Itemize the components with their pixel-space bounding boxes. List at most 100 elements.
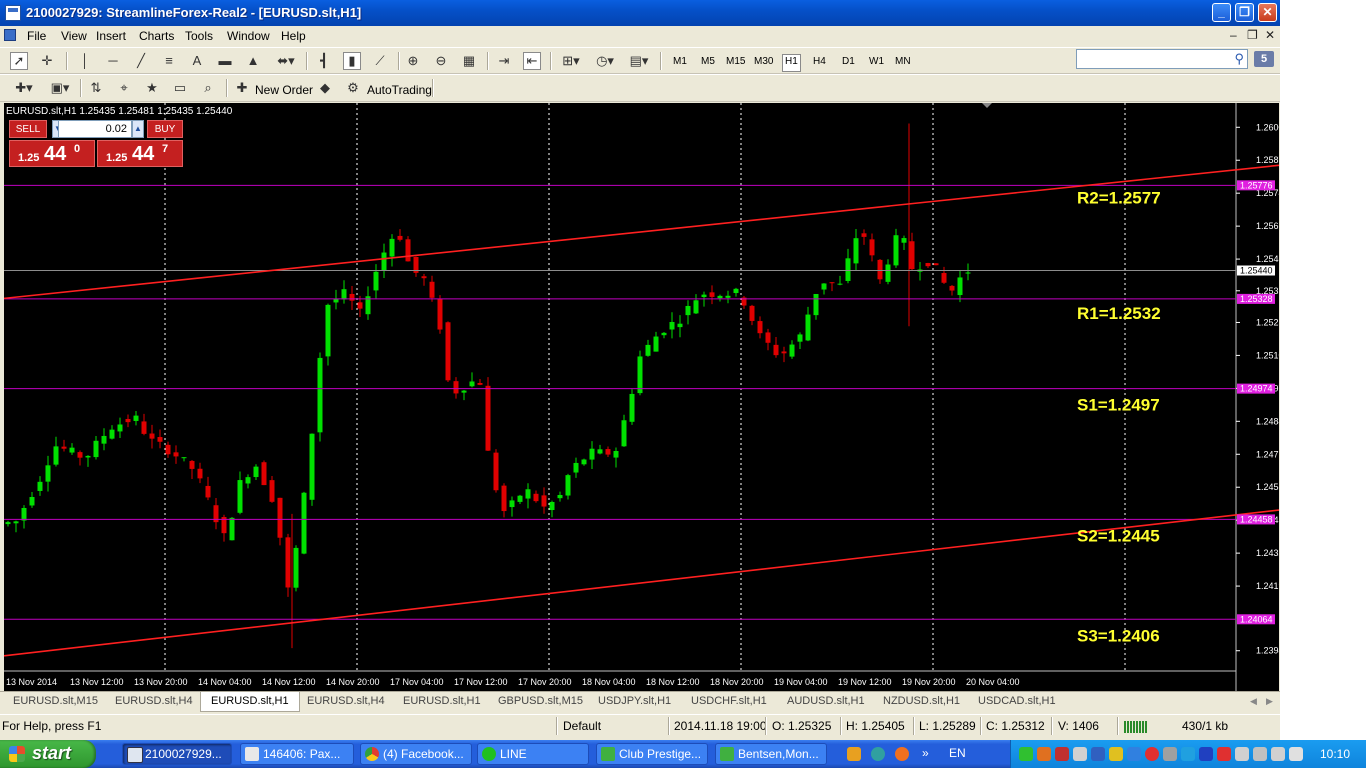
- bluetooth-icon[interactable]: [1199, 747, 1213, 761]
- arrows-dropdown-icon[interactable]: ⬌▾: [274, 52, 298, 70]
- minimize-button[interactable]: _: [1212, 3, 1231, 22]
- trendline-icon[interactable]: ╱: [132, 52, 150, 70]
- chart-tab[interactable]: USDJPY.slt,H1: [598, 695, 671, 707]
- menu-insert[interactable]: Insert: [96, 29, 126, 43]
- horizontal-line-icon[interactable]: ─: [104, 52, 122, 70]
- vertical-line-icon[interactable]: │: [76, 52, 94, 70]
- sell-price-box[interactable]: 1.25 44 0: [9, 140, 95, 167]
- bar-chart-icon[interactable]: ┫: [315, 52, 333, 70]
- autotrading-icon[interactable]: ⚙: [344, 79, 362, 97]
- tray-icon[interactable]: [1073, 747, 1087, 761]
- tray-icon[interactable]: [1055, 747, 1069, 761]
- line-chart-icon[interactable]: ⟋: [371, 52, 389, 70]
- cursor-icon[interactable]: ➚: [10, 52, 28, 70]
- price-chart[interactable]: 1.260051.258751.257451.256151.254851.253…: [4, 103, 1279, 691]
- label-tool-icon[interactable]: ▬: [216, 52, 234, 70]
- taskbar-button-line[interactable]: LINE: [477, 743, 589, 765]
- candlestick-chart-icon[interactable]: ▮: [343, 52, 361, 70]
- tile-windows-icon[interactable]: ▦: [460, 52, 478, 70]
- tray-icon[interactable]: [1037, 747, 1051, 761]
- mdi-minimize-button[interactable]: –: [1230, 28, 1237, 42]
- quicklaunch-icon[interactable]: [871, 747, 885, 761]
- timeframe-m1[interactable]: M1: [673, 54, 687, 70]
- chart-tab[interactable]: USDCAD.slt,H1: [978, 695, 1056, 707]
- tray-icon[interactable]: [1253, 747, 1267, 761]
- taskbar-button-club-prestige[interactable]: Club Prestige...: [596, 743, 708, 765]
- zoom-in-icon[interactable]: ⊕: [404, 52, 422, 70]
- chart-tab[interactable]: EURUSD.slt,H4: [115, 695, 193, 707]
- buy-button[interactable]: BUY: [147, 120, 183, 138]
- language-indicator[interactable]: EN: [949, 746, 966, 760]
- mdi-restore-button[interactable]: ❐: [1247, 28, 1258, 42]
- menu-view[interactable]: View: [61, 29, 87, 43]
- timeframe-m5[interactable]: M5: [701, 54, 715, 70]
- menu-charts[interactable]: Charts: [139, 29, 174, 43]
- zoom-out-icon[interactable]: ⊖: [432, 52, 450, 70]
- navigator-icon[interactable]: ★: [143, 79, 161, 97]
- new-order-icon[interactable]: ✚: [233, 79, 251, 97]
- timeframe-m30[interactable]: M30: [754, 54, 773, 70]
- tray-icon[interactable]: [1289, 747, 1303, 761]
- channel-icon[interactable]: ≡: [160, 52, 178, 70]
- tray-icon[interactable]: [1145, 747, 1159, 761]
- chart-tab[interactable]: AUDUSD.slt,H1: [787, 695, 865, 707]
- mdi-close-button[interactable]: ✕: [1265, 28, 1275, 42]
- timeframe-h1[interactable]: H1: [782, 54, 801, 72]
- terminal-icon[interactable]: ▭: [171, 79, 189, 97]
- menu-tools[interactable]: Tools: [185, 29, 213, 43]
- app-icon[interactable]: [5, 5, 21, 21]
- close-button[interactable]: ✕: [1258, 3, 1277, 22]
- volume-icon[interactable]: [1271, 747, 1285, 761]
- timeframe-d1[interactable]: D1: [842, 54, 855, 70]
- quicklaunch-icon[interactable]: [847, 747, 861, 761]
- maximize-button[interactable]: ❐: [1235, 3, 1254, 22]
- chart-tab[interactable]: NZDUSD.slt,H1: [883, 695, 960, 707]
- tray-icon[interactable]: [1019, 747, 1033, 761]
- notification-badge[interactable]: 5: [1254, 51, 1274, 67]
- menu-help[interactable]: Help: [281, 29, 306, 43]
- chart-tab[interactable]: EURUSD.slt,H1: [403, 695, 481, 707]
- network-icon[interactable]: [1235, 747, 1249, 761]
- lot-size-input[interactable]: 0.02: [58, 120, 132, 138]
- templates-dropdown-icon[interactable]: ▤▾: [626, 52, 652, 70]
- menu-file[interactable]: File: [27, 29, 46, 43]
- new-chart-icon[interactable]: ✚▾: [10, 79, 38, 97]
- tray-icon[interactable]: [1109, 747, 1123, 761]
- chart-tab[interactable]: EURUSD.slt,H4: [307, 695, 385, 707]
- buy-price-box[interactable]: 1.25 44 7: [97, 140, 183, 167]
- timeframe-mn[interactable]: MN: [895, 54, 911, 70]
- taskbar-button-facebook[interactable]: (4) Facebook...: [360, 743, 472, 765]
- taskbar-button-mt4[interactable]: 2100027929...: [122, 743, 232, 765]
- mdi-chart-icon[interactable]: [4, 29, 16, 41]
- chart-tab-active[interactable]: EURUSD.slt,H1: [200, 692, 300, 712]
- text-tool-icon[interactable]: A: [188, 52, 206, 70]
- search-input[interactable]: ⚲: [1076, 49, 1248, 69]
- menu-window[interactable]: Window: [227, 29, 270, 43]
- timeframe-h4[interactable]: H4: [813, 54, 826, 70]
- tray-icon[interactable]: [1091, 747, 1105, 761]
- crosshair-icon[interactable]: ✛: [38, 52, 56, 70]
- chart-tab[interactable]: EURUSD.slt,M15: [13, 695, 98, 707]
- search-icon[interactable]: ⚲: [1234, 51, 1244, 67]
- data-window-icon[interactable]: ⌖: [115, 79, 133, 97]
- indicators-dropdown-icon[interactable]: ⊞▾: [558, 52, 584, 70]
- quicklaunch-expand-icon[interactable]: »: [922, 746, 929, 760]
- profiles-icon[interactable]: ▣▾: [46, 79, 74, 97]
- shapes-icon[interactable]: ▲: [244, 52, 262, 70]
- title-bar[interactable]: 2100027929: StreamlineForex-Real2 - [EUR…: [0, 0, 1280, 26]
- lot-increase-icon[interactable]: ▲: [132, 120, 144, 138]
- autotrading-button[interactable]: AutoTrading: [367, 83, 432, 97]
- metaeditor-icon[interactable]: ◆: [316, 79, 334, 97]
- quicklaunch-icon[interactable]: [895, 747, 909, 761]
- market-watch-icon[interactable]: ⇅: [87, 79, 105, 97]
- timeframe-m15[interactable]: M15: [726, 54, 745, 70]
- autoscroll-icon[interactable]: ⇥: [495, 52, 513, 70]
- chart-canvas[interactable]: 1.260051.258751.257451.256151.254851.253…: [4, 103, 1279, 691]
- connection-status-icon[interactable]: [1124, 721, 1148, 733]
- chart-tab[interactable]: GBPUSD.slt,M15: [498, 695, 583, 707]
- tab-scroll-right-icon[interactable]: ▶: [1266, 696, 1273, 707]
- tray-icon[interactable]: [1217, 747, 1231, 761]
- tray-icon[interactable]: [1181, 747, 1195, 761]
- periods-dropdown-icon[interactable]: ◷▾: [592, 52, 618, 70]
- new-order-button[interactable]: New Order: [255, 83, 313, 97]
